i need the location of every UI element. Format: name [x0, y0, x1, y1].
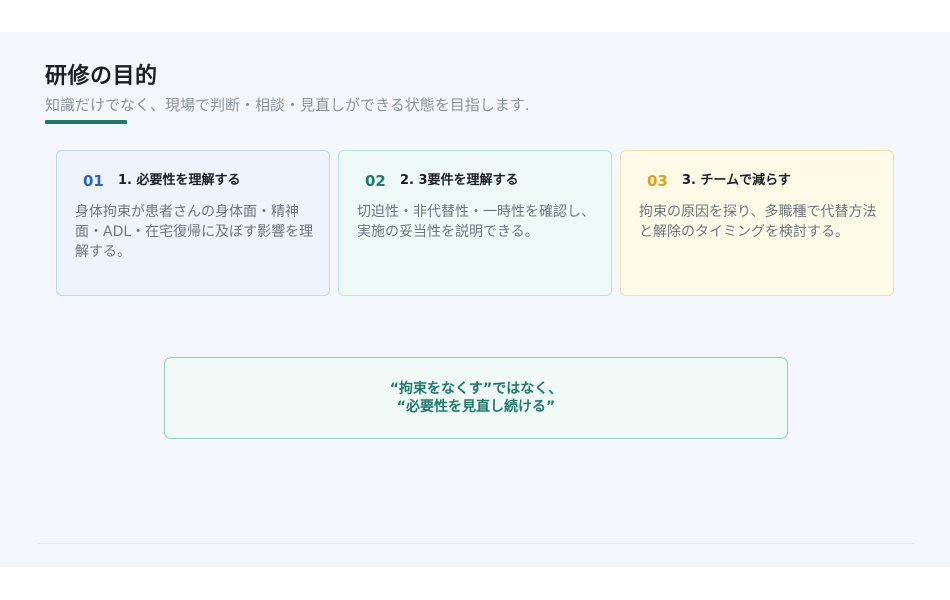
- page-title: 研修の目的: [45, 64, 158, 89]
- page-subtitle: 知識だけでなく、現場で判断・相談・見直しができる状態を目指します.: [45, 96, 530, 114]
- key-message-line-1: “拘束をなくす”ではなく、: [389, 381, 563, 397]
- card-number: 03: [647, 172, 668, 190]
- card-heading: 1. 必要性を理解する: [118, 173, 241, 188]
- key-message-box: “拘束をなくす”ではなく、 “必要性を見直し続ける”: [164, 357, 788, 439]
- card-body: 身体拘束が患者さんの身体面・精神面・ADL・在宅復帰に及ぼす影響を理解する。: [75, 204, 314, 260]
- slide: 研修の目的 知識だけでなく、現場で判断・相談・見直しができる状態を目指します. …: [0, 32, 950, 567]
- card-heading: 2. 3要件を理解する: [400, 173, 519, 188]
- key-message-line-2: “必要性を見直し続ける”: [396, 399, 556, 415]
- card-body: 拘束の原因を探り、多職種で代替方法と解除のタイミングを検討する。: [639, 204, 877, 240]
- objective-card-1: 01 1. 必要性を理解する 身体拘束が患者さんの身体面・精神面・ADL・在宅復…: [56, 150, 330, 296]
- footer-divider: [38, 543, 914, 544]
- card-body: 切迫性・非代替性・一時性を確認し、実施の妥当性を説明できる。: [357, 204, 595, 240]
- card-heading: 3. チームで減らす: [682, 173, 791, 188]
- card-number: 01: [83, 172, 104, 190]
- card-number: 02: [365, 172, 386, 190]
- objective-card-2: 02 2. 3要件を理解する 切迫性・非代替性・一時性を確認し、実施の妥当性を説…: [338, 150, 612, 296]
- objective-card-3: 03 3. チームで減らす 拘束の原因を探り、多職種で代替方法と解除のタイミング…: [620, 150, 894, 296]
- title-underline: [45, 120, 127, 124]
